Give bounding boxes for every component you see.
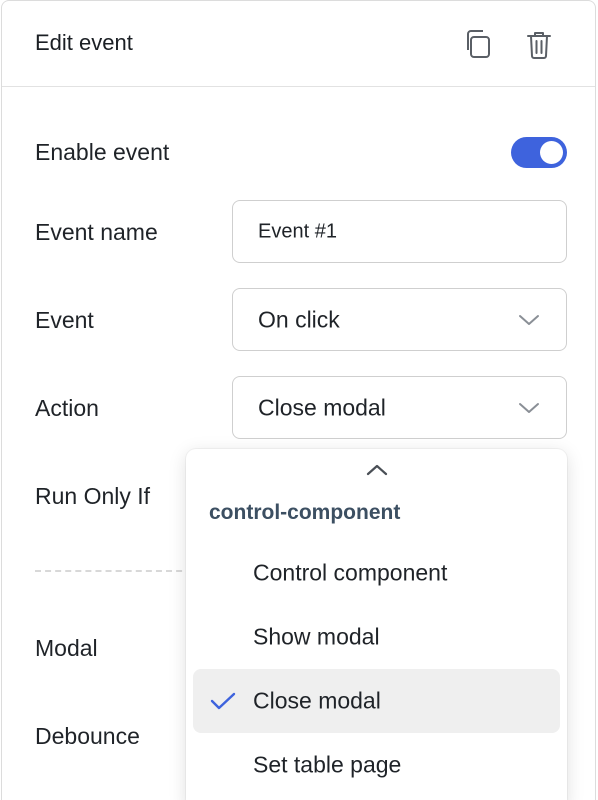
option-label: Close modal xyxy=(253,687,381,714)
chevron-down-icon xyxy=(519,402,539,413)
option-show-modal[interactable]: Show modal xyxy=(193,605,560,669)
event-select-value: On click xyxy=(258,306,340,332)
trash-icon[interactable] xyxy=(523,28,555,60)
run-only-if-label: Run Only If xyxy=(35,483,151,509)
option-set-table-page[interactable]: Set table page xyxy=(193,733,560,797)
event-name-input[interactable]: Event #1 xyxy=(232,200,567,263)
event-select[interactable]: On click xyxy=(232,288,567,351)
enable-event-toggle[interactable] xyxy=(511,137,567,168)
option-label: Set table page xyxy=(253,751,402,778)
checkmark-icon xyxy=(210,692,236,710)
toggle-knob xyxy=(540,141,563,164)
copy-icon[interactable] xyxy=(462,28,494,60)
chevron-up-icon[interactable] xyxy=(366,463,388,477)
event-label: Event xyxy=(35,307,94,333)
panel-header: Edit event xyxy=(2,1,595,87)
option-close-modal[interactable]: Close modal xyxy=(193,669,560,733)
action-dropdown-menu: control-component Control component Show… xyxy=(186,449,567,800)
action-select[interactable]: Close modal xyxy=(232,376,567,439)
event-name-value: Event #1 xyxy=(258,220,337,242)
enable-event-label: Enable event xyxy=(35,139,170,165)
modal-label: Modal xyxy=(35,635,98,661)
option-label: Show modal xyxy=(253,623,380,650)
option-group-label: control-component xyxy=(209,501,401,524)
option-control-component[interactable]: Control component xyxy=(193,541,560,605)
panel-title: Edit event xyxy=(35,30,133,55)
action-label: Action xyxy=(35,395,99,421)
chevron-down-icon xyxy=(519,314,539,325)
option-label: Control component xyxy=(253,559,448,586)
action-select-value: Close modal xyxy=(258,394,386,420)
edit-event-panel: Edit event Enable event Event name Event… xyxy=(1,0,596,800)
debounce-label: Debounce xyxy=(35,723,140,749)
event-name-label: Event name xyxy=(35,219,158,245)
